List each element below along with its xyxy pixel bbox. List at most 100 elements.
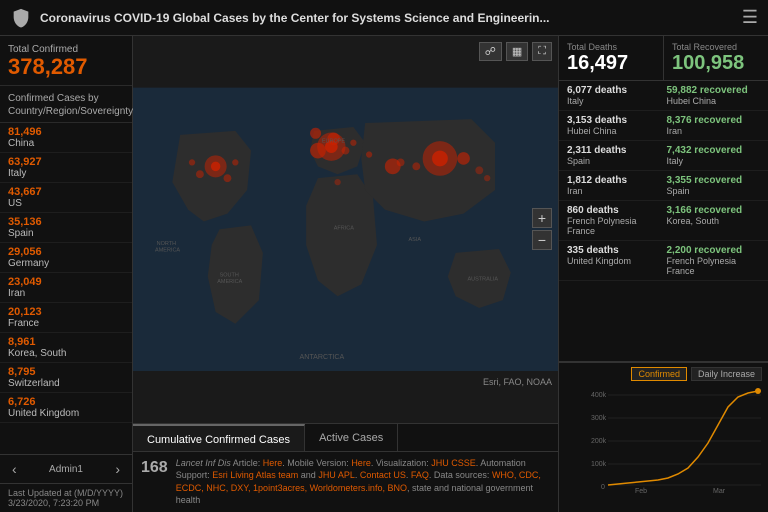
death-left: 6,077 deaths Italy	[567, 85, 661, 106]
australia-label: AUSTRALIA	[467, 276, 498, 282]
right-panel: Total Deaths 16,497 Total Recovered 100,…	[558, 36, 768, 512]
death-left: 335 deaths United Kingdom	[567, 245, 661, 276]
recovered-count: 8,376 recovered	[667, 115, 761, 126]
country-item[interactable]: 20,123France	[0, 303, 132, 333]
country-name: Korea, South	[8, 348, 124, 359]
outbreak-spain	[310, 143, 326, 159]
total-deaths-box: Total Deaths 16,497	[559, 36, 664, 80]
country-name: China	[8, 138, 124, 149]
prev-arrow[interactable]: ‹	[8, 459, 21, 479]
map-toolbar: ☍ ▦ ⛶	[479, 42, 552, 61]
death-item: 1,812 deaths Iran 3,355 recovered Spain	[559, 171, 768, 201]
country-count: 43,667	[8, 186, 124, 198]
country-count: 20,123	[8, 306, 124, 318]
death-count: 3,153 deaths	[567, 115, 661, 126]
map-svg-area[interactable]: ANTARCTICA NORTH AMERICA SOUTH AMERICA A…	[133, 36, 558, 423]
country-item[interactable]: 63,927Italy	[0, 153, 132, 183]
map-tab[interactable]: Cumulative Confirmed Cases	[133, 424, 305, 451]
death-count: 1,812 deaths	[567, 175, 661, 186]
fullscreen-tool[interactable]: ⛶	[532, 42, 552, 61]
death-count: 6,077 deaths	[567, 85, 661, 96]
outbreak-us-east-core	[211, 162, 220, 171]
north-america-label2: AMERICA	[155, 247, 180, 253]
country-name: Italy	[8, 168, 124, 179]
death-left: 3,153 deaths Hubei China	[567, 115, 661, 136]
country-item[interactable]: 8,795Switzerland	[0, 363, 132, 393]
chart-tab[interactable]: Confirmed	[631, 367, 687, 381]
country-name: France	[8, 318, 124, 329]
world-map: ANTARCTICA NORTH AMERICA SOUTH AMERICA A…	[133, 36, 558, 423]
death-name: Italy	[567, 96, 661, 106]
country-count: 81,496	[8, 126, 124, 138]
menu-icon[interactable]: ☰	[742, 7, 758, 28]
recovered-count: 3,166 recovered	[667, 205, 761, 216]
death-count: 2,311 deaths	[567, 145, 661, 156]
zoom-in-button[interactable]: +	[532, 208, 552, 228]
recovered-name: Spain	[667, 186, 761, 196]
death-item: 2,311 deaths Spain 7,432 recovered Italy	[559, 141, 768, 171]
svg-text:400k: 400k	[591, 392, 607, 399]
africa-label: AFRICA	[334, 225, 355, 231]
recovered-count: 7,432 recovered	[667, 145, 761, 156]
south-america-label: SOUTH	[220, 273, 239, 279]
death-item: 6,077 deaths Italy 59,882 recovered Hube…	[559, 81, 768, 111]
chart-line	[608, 391, 758, 485]
map-tab[interactable]: Active Cases	[305, 424, 398, 451]
recovered-count: 3,355 recovered	[667, 175, 761, 186]
zoom-out-button[interactable]: −	[532, 230, 552, 250]
country-name: United Kingdom	[8, 408, 124, 419]
last-updated-value: 3/23/2020, 7:23:20 PM	[8, 498, 124, 508]
grid-tool[interactable]: ▦	[506, 42, 528, 61]
total-deaths-value: 16,497	[567, 52, 655, 74]
death-count: 860 deaths	[567, 205, 661, 216]
country-item[interactable]: 6,726United Kingdom	[0, 393, 132, 423]
country-count: 23,049	[8, 276, 124, 288]
chart-svg: 400k 300k 200k 100k 0 Feb Mar	[563, 385, 763, 495]
svg-text:0: 0	[601, 484, 605, 491]
outbreak-uk	[310, 128, 321, 139]
last-updated-label: Last Updated at (M/D/YYYY)	[8, 488, 124, 498]
total-recovered-value: 100,958	[672, 52, 760, 74]
death-count: 335 deaths	[567, 245, 661, 256]
svg-text:300k: 300k	[591, 415, 607, 422]
death-left: 860 deaths French Polynesia France	[567, 205, 661, 236]
svg-text:Feb: Feb	[635, 488, 647, 495]
bookmark-tool[interactable]: ☍	[479, 42, 502, 61]
country-list-header: Confirmed Cases by Country/Region/Sovere…	[0, 86, 132, 123]
death-right: 7,432 recovered Italy	[667, 145, 761, 166]
death-right: 3,355 recovered Spain	[667, 175, 761, 196]
chart-tab[interactable]: Daily Increase	[691, 367, 762, 381]
country-item[interactable]: 81,496China	[0, 123, 132, 153]
info-count: 168	[141, 457, 168, 479]
death-name: Hubei China	[567, 126, 661, 136]
header-left: Coronavirus COVID-19 Global Cases by the…	[10, 7, 549, 29]
next-arrow[interactable]: ›	[111, 459, 124, 479]
country-item[interactable]: 35,136Spain	[0, 213, 132, 243]
last-updated: Last Updated at (M/D/YYYY) 3/23/2020, 7:…	[0, 483, 132, 512]
country-item[interactable]: 43,667US	[0, 183, 132, 213]
recovered-name: Italy	[667, 156, 761, 166]
stats-header: Total Deaths 16,497 Total Recovered 100,…	[559, 36, 768, 81]
chart-svg-container: 400k 300k 200k 100k 0 Feb Mar	[559, 385, 768, 498]
recovered-name: Korea, South	[667, 216, 761, 226]
country-item[interactable]: 29,056Germany	[0, 243, 132, 273]
country-name: Germany	[8, 258, 124, 269]
country-name: US	[8, 198, 124, 209]
map-tabs: Cumulative Confirmed CasesActive Cases	[133, 423, 558, 451]
admin-label: Admin1	[49, 464, 83, 475]
total-deaths-label: Total Deaths	[567, 42, 655, 52]
sidebar-nav: ‹ Admin1 ›	[0, 454, 132, 483]
total-recovered-box: Total Recovered 100,958	[664, 36, 768, 80]
total-confirmed-box: Total Confirmed 378,287	[0, 36, 132, 86]
death-left: 1,812 deaths Iran	[567, 175, 661, 196]
death-right: 2,200 recovered French Polynesia France	[667, 245, 761, 276]
country-item[interactable]: 8,961Korea, South	[0, 333, 132, 363]
country-count: 35,136	[8, 216, 124, 228]
zoom-controls: + −	[532, 208, 552, 250]
header-title: Coronavirus COVID-19 Global Cases by the…	[40, 11, 549, 25]
country-item[interactable]: 23,049Iran	[0, 273, 132, 303]
country-count: 8,795	[8, 366, 124, 378]
sidebar: Total Confirmed 378,287 Confirmed Cases …	[0, 36, 133, 512]
chart-tabs: Confirmed Daily Increase	[559, 363, 768, 385]
death-right: 59,882 recovered Hubei China	[667, 85, 761, 106]
